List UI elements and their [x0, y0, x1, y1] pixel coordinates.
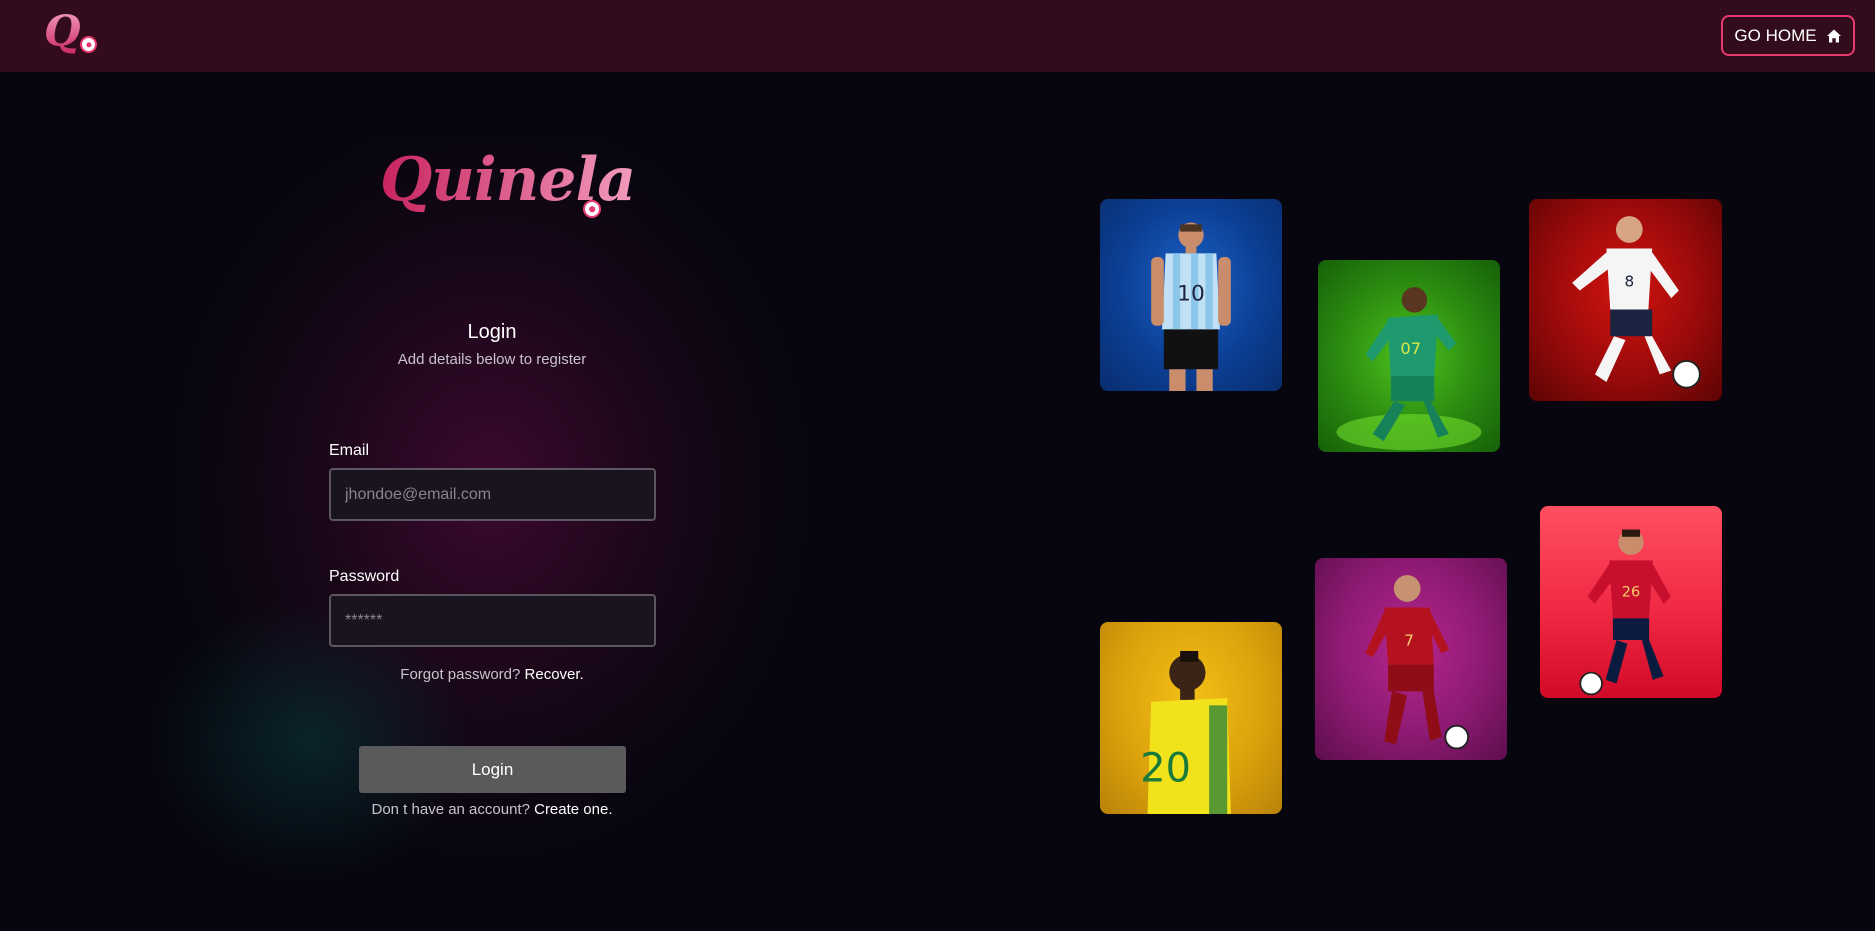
- login-button[interactable]: Login: [359, 746, 626, 793]
- login-panel: Quinela Login Add details below to regis…: [300, 100, 684, 840]
- player-figure: 20: [1140, 650, 1231, 814]
- email-label: Email: [329, 442, 370, 459]
- player-photo-england: 8: [1529, 199, 1722, 401]
- forgot-password-text: Forgot password?: [400, 666, 521, 683]
- jersey-number: 10: [1177, 281, 1205, 306]
- player-figure: 10: [1151, 222, 1231, 391]
- password-field[interactable]: [329, 594, 656, 647]
- jersey-number: 20: [1140, 745, 1191, 791]
- jersey-number: 26: [1622, 585, 1640, 601]
- create-account-link[interactable]: Create one.: [534, 801, 612, 818]
- player-photo-brazil: 20: [1100, 622, 1282, 814]
- password-label: Password: [329, 568, 400, 585]
- home-icon: [1826, 29, 1841, 42]
- player-figure: 07: [1336, 287, 1482, 451]
- go-home-label: GO HOME: [1734, 25, 1817, 45]
- no-account-text: Don t have an account?: [371, 801, 530, 818]
- login-title: Login: [467, 321, 517, 343]
- top-navbar: Q GO HOME: [0, 0, 1875, 72]
- player-photo-argentina: 10: [1100, 199, 1282, 391]
- email-field[interactable]: [329, 468, 656, 521]
- logo-letter: Q: [44, 6, 81, 55]
- go-home-button[interactable]: GO HOME: [1721, 15, 1855, 56]
- jersey-number: 8: [1624, 273, 1634, 291]
- login-subtitle: Add details below to register: [397, 351, 587, 368]
- brand-logo-large: Quinela: [380, 140, 636, 220]
- recover-link[interactable]: Recover.: [525, 666, 584, 683]
- jersey-number: 07: [1400, 339, 1421, 358]
- player-photo-senegal: 07: [1318, 260, 1500, 452]
- player-photo-spain: 26: [1540, 506, 1722, 698]
- jersey-number: 7: [1404, 632, 1414, 650]
- create-account-row: Don t have an account? Create one.: [300, 801, 684, 818]
- player-photo-portugal: 7: [1315, 558, 1507, 760]
- forgot-password-row: Forgot password? Recover.: [300, 666, 684, 683]
- brand-logo-small[interactable]: Q: [44, 6, 100, 58]
- player-figure: 26: [1579, 529, 1671, 696]
- soccer-ball-icon: [80, 36, 97, 53]
- soccer-ball-icon: [583, 200, 601, 218]
- player-figure: 8: [1572, 216, 1701, 389]
- player-figure: 7: [1365, 575, 1470, 750]
